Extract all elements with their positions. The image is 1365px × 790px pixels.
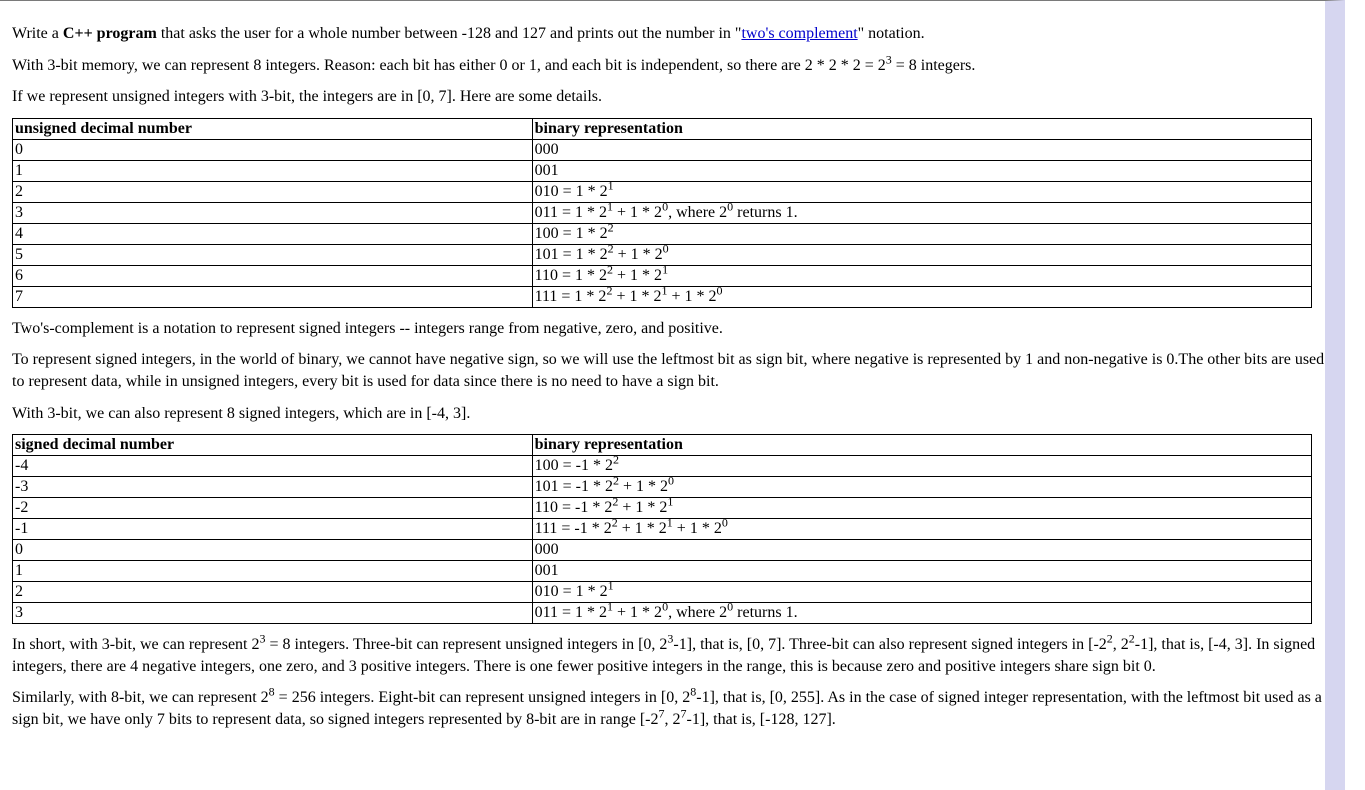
table-row: -3101 = -1 * 22 + 1 * 20 xyxy=(13,477,1312,498)
intro-paragraph-2: With 3-bit memory, we can represent 8 in… xyxy=(12,55,1325,77)
text: Write a xyxy=(12,25,63,42)
table-cell: 6 xyxy=(13,265,533,286)
text: With 3-bit memory, we can represent 8 in… xyxy=(12,57,886,74)
table-row: 7111 = 1 * 22 + 1 * 21 + 1 * 20 xyxy=(13,286,1312,307)
table-cell: 101 = 1 * 22 + 1 * 20 xyxy=(532,244,1311,265)
table-cell: 000 xyxy=(532,540,1311,561)
table-cell: 7 xyxy=(13,286,533,307)
table-cell: -1 xyxy=(13,519,533,540)
table-cell: 111 = -1 * 22 + 1 * 21 + 1 * 20 xyxy=(532,519,1311,540)
table-cell: -3 xyxy=(13,477,533,498)
text: = 8 integers. xyxy=(892,57,976,74)
table-row: -2110 = -1 * 22 + 1 * 21 xyxy=(13,498,1312,519)
table-cell: 101 = -1 * 22 + 1 * 20 xyxy=(532,477,1311,498)
table-row: -4100 = -1 * 22 xyxy=(13,456,1312,477)
table-cell: 3 xyxy=(13,202,533,223)
table-row: 1001 xyxy=(13,561,1312,582)
text: " notation. xyxy=(858,25,925,42)
table-cell: 0 xyxy=(13,139,533,160)
table-cell: 001 xyxy=(532,160,1311,181)
twos-complement-link[interactable]: two's complement xyxy=(741,25,857,42)
table-cell: 011 = 1 * 21 + 1 * 20, where 20 returns … xyxy=(532,202,1311,223)
mid-paragraph-3: With 3-bit, we can also represent 8 sign… xyxy=(12,403,1325,425)
signed-table: signed decimal number binary representat… xyxy=(12,434,1312,624)
table-cell: 3 xyxy=(13,603,533,624)
table-cell: 5 xyxy=(13,244,533,265)
table-cell: 011 = 1 * 21 + 1 * 20, where 20 returns … xyxy=(532,603,1311,624)
table-cell: 000 xyxy=(532,139,1311,160)
table-cell: 100 = -1 * 22 xyxy=(532,456,1311,477)
table-cell: 4 xyxy=(13,223,533,244)
table-cell: 0 xyxy=(13,540,533,561)
table-cell: 110 = 1 * 22 + 1 * 21 xyxy=(532,265,1311,286)
table-header: binary representation xyxy=(532,118,1311,139)
table-header-row: signed decimal number binary representat… xyxy=(13,435,1312,456)
table-cell: 2 xyxy=(13,582,533,603)
table-cell: 110 = -1 * 22 + 1 * 21 xyxy=(532,498,1311,519)
table-cell: -2 xyxy=(13,498,533,519)
document-page: Write a C++ program that asks the user f… xyxy=(0,0,1345,790)
intro-paragraph-1: Write a C++ program that asks the user f… xyxy=(12,23,1325,45)
table-row: -1111 = -1 * 22 + 1 * 21 + 1 * 20 xyxy=(13,519,1312,540)
table-cell: 1 xyxy=(13,561,533,582)
table-cell: 010 = 1 * 21 xyxy=(532,181,1311,202)
table-cell: 100 = 1 * 22 xyxy=(532,223,1311,244)
table-cell: 2 xyxy=(13,181,533,202)
outro-paragraph-2: Similarly, with 8-bit, we can represent … xyxy=(12,687,1325,730)
unsigned-table: unsigned decimal number binary represent… xyxy=(12,118,1312,308)
table-cell: -4 xyxy=(13,456,533,477)
table-header: signed decimal number xyxy=(13,435,533,456)
table-row: 0000 xyxy=(13,139,1312,160)
table-cell: 111 = 1 * 22 + 1 * 21 + 1 * 20 xyxy=(532,286,1311,307)
table-row: 0000 xyxy=(13,540,1312,561)
intro-paragraph-3: If we represent unsigned integers with 3… xyxy=(12,86,1325,108)
table-header-row: unsigned decimal number binary represent… xyxy=(13,118,1312,139)
table-header: unsigned decimal number xyxy=(13,118,533,139)
text: that asks the user for a whole number be… xyxy=(157,25,742,42)
table-cell: 001 xyxy=(532,561,1311,582)
table-header: binary representation xyxy=(532,435,1311,456)
table-row: 1001 xyxy=(13,160,1312,181)
mid-paragraph-1: Two's-complement is a notation to repres… xyxy=(12,318,1325,340)
mid-paragraph-2: To represent signed integers, in the wor… xyxy=(12,349,1325,392)
table-cell: 1 xyxy=(13,160,533,181)
program-bold: C++ program xyxy=(63,25,157,42)
outro-paragraph-1: In short, with 3-bit, we can represent 2… xyxy=(12,634,1325,677)
table-cell: 010 = 1 * 21 xyxy=(532,582,1311,603)
table-row: 3011 = 1 * 21 + 1 * 20, where 20 returns… xyxy=(13,603,1312,624)
table-row: 3011 = 1 * 21 + 1 * 20, where 20 returns… xyxy=(13,202,1312,223)
